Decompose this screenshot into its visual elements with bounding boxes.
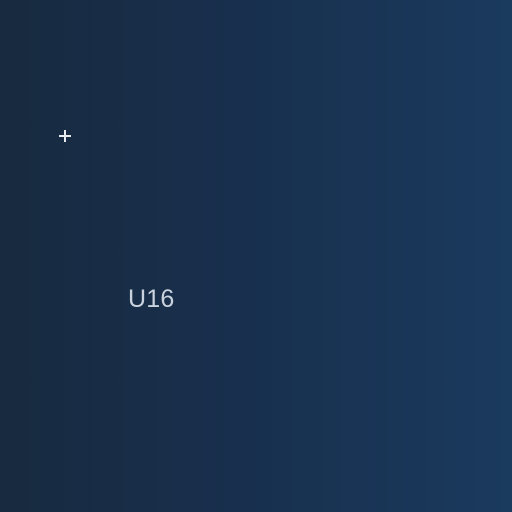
canvas-label: U16 [128,285,175,313]
canvas: U16 [0,0,512,512]
plus-icon [59,130,71,142]
